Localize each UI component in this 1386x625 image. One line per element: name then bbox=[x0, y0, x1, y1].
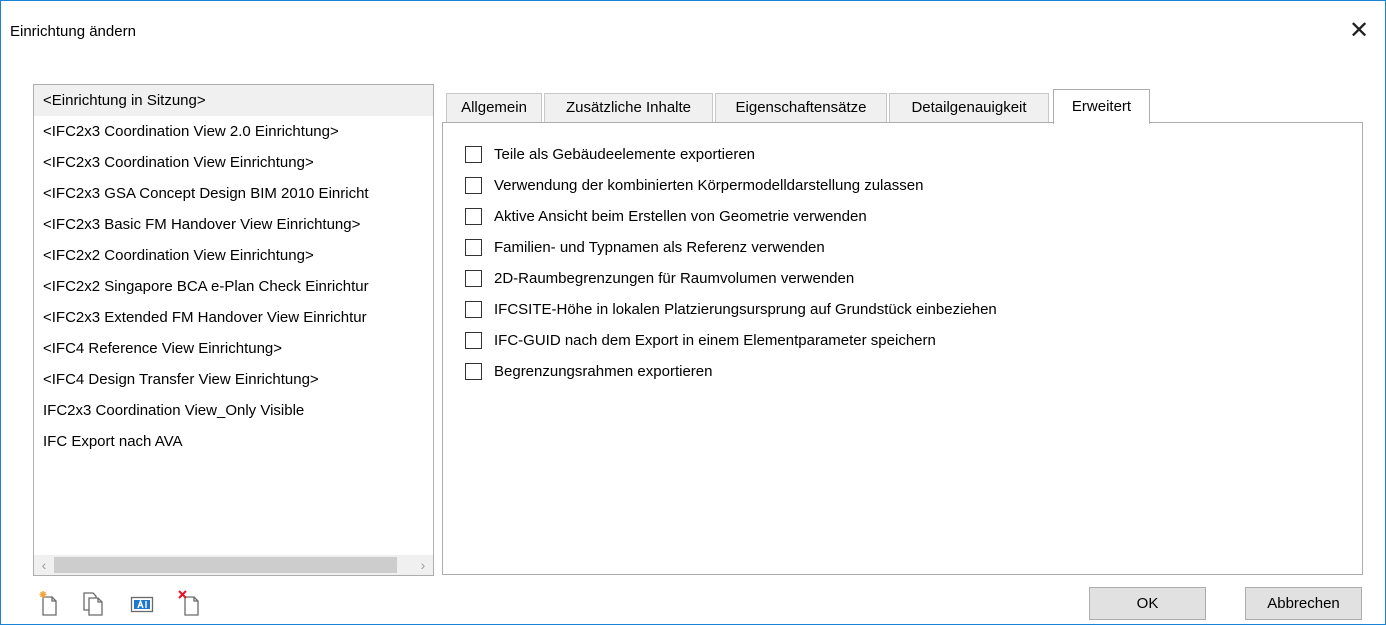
list-item[interactable]: IFC Export nach AVA bbox=[34, 426, 433, 457]
list-item[interactable]: IFC2x3 Coordination View_Only Visible bbox=[34, 395, 433, 426]
option-checkbox[interactable] bbox=[465, 363, 482, 380]
tab-erweitert[interactable]: Erweitert bbox=[1053, 89, 1150, 124]
tab-zusätzliche-inhalte[interactable]: Zusätzliche Inhalte bbox=[544, 93, 713, 123]
list-item[interactable]: <IFC2x3 Basic FM Handover View Einrichtu… bbox=[34, 209, 433, 240]
setup-list[interactable]: <Einrichtung in Sitzung> <IFC2x3 Coordina… bbox=[33, 84, 434, 576]
option-row[interactable]: 2D-Raumbegrenzungen für Raumvolumen verw… bbox=[465, 263, 997, 294]
option-checkbox[interactable] bbox=[465, 146, 482, 163]
option-checkbox[interactable] bbox=[465, 301, 482, 318]
option-label: IFCSITE-Höhe in lokalen Platzierungsursp… bbox=[494, 301, 997, 318]
list-item[interactable]: <IFC2x2 Singapore BCA e-Plan Check Einri… bbox=[34, 271, 433, 302]
tab-allgemein[interactable]: Allgemein bbox=[446, 93, 542, 123]
option-label: 2D-Raumbegrenzungen für Raumvolumen verw… bbox=[494, 270, 855, 287]
scroll-left-icon[interactable]: ‹ bbox=[34, 555, 54, 575]
list-item[interactable]: <IFC2x3 Coordination View 2.0 Einrichtun… bbox=[34, 116, 433, 147]
option-label: Teile als Gebäudeelemente exportieren bbox=[494, 146, 755, 163]
tab-panel-erweitert: Teile als Gebäudeelemente exportieren Ver… bbox=[442, 122, 1363, 575]
setup-list-items: <Einrichtung in Sitzung> <IFC2x3 Coordina… bbox=[34, 85, 433, 545]
cancel-button[interactable]: Abbrechen bbox=[1245, 587, 1362, 620]
option-row[interactable]: IFC-GUID nach dem Export in einem Elemen… bbox=[465, 325, 997, 356]
dialog-title: Einrichtung ändern bbox=[10, 23, 136, 40]
horizontal-scrollbar[interactable]: ‹ › bbox=[34, 555, 433, 575]
option-label: Familien- und Typnamen als Referenz verw… bbox=[494, 239, 825, 256]
option-label: IFC-GUID nach dem Export in einem Elemen… bbox=[494, 332, 936, 349]
option-row[interactable]: Teile als Gebäudeelemente exportieren bbox=[465, 139, 997, 170]
rename-setup-icon[interactable] bbox=[130, 589, 154, 617]
list-item[interactable]: <IFC4 Reference View Einrichtung> bbox=[34, 333, 433, 364]
title-bar: Einrichtung ändern ✕ bbox=[1, 1, 1385, 63]
scrollbar-thumb[interactable] bbox=[54, 557, 397, 573]
tab-detailgenauigkeit[interactable]: Detailgenauigkeit bbox=[889, 93, 1049, 123]
new-setup-icon[interactable] bbox=[37, 589, 61, 617]
close-icon[interactable]: ✕ bbox=[1341, 13, 1377, 47]
option-checkbox[interactable] bbox=[465, 239, 482, 256]
option-row[interactable]: Aktive Ansicht beim Erstellen von Geomet… bbox=[465, 201, 997, 232]
scroll-right-icon[interactable]: › bbox=[413, 555, 433, 575]
list-item[interactable]: <IFC4 Design Transfer View Einrichtung> bbox=[34, 364, 433, 395]
list-item[interactable]: <IFC2x3 Coordination View Einrichtung> bbox=[34, 147, 433, 178]
tab-eigenschaftensätze[interactable]: Eigenschaftensätze bbox=[715, 93, 887, 123]
option-row[interactable]: Familien- und Typnamen als Referenz verw… bbox=[465, 232, 997, 263]
options-list: Teile als Gebäudeelemente exportieren Ver… bbox=[465, 139, 997, 387]
option-checkbox[interactable] bbox=[465, 270, 482, 287]
delete-setup-icon[interactable] bbox=[177, 589, 201, 617]
option-row[interactable]: IFCSITE-Höhe in lokalen Platzierungsursp… bbox=[465, 294, 997, 325]
option-row[interactable]: Begrenzungsrahmen exportieren bbox=[465, 356, 997, 387]
option-checkbox[interactable] bbox=[465, 332, 482, 349]
list-item[interactable]: <IFC2x2 Coordination View Einrichtung> bbox=[34, 240, 433, 271]
option-row[interactable]: Verwendung der kombinierten Körpermodell… bbox=[465, 170, 997, 201]
duplicate-setup-icon[interactable] bbox=[81, 589, 105, 617]
option-label: Begrenzungsrahmen exportieren bbox=[494, 363, 713, 380]
list-item[interactable]: <IFC2x3 Extended FM Handover View Einric… bbox=[34, 302, 433, 333]
option-label: Verwendung der kombinierten Körpermodell… bbox=[494, 177, 924, 194]
list-item[interactable]: <Einrichtung in Sitzung> bbox=[34, 85, 433, 116]
option-checkbox[interactable] bbox=[465, 177, 482, 194]
dialog-window: Einrichtung ändern ✕ <Einrichtung in Sit… bbox=[0, 0, 1386, 625]
ok-button[interactable]: OK bbox=[1089, 587, 1206, 620]
list-item[interactable]: <IFC2x3 GSA Concept Design BIM 2010 Einr… bbox=[34, 178, 433, 209]
option-label: Aktive Ansicht beim Erstellen von Geomet… bbox=[494, 208, 867, 225]
option-checkbox[interactable] bbox=[465, 208, 482, 225]
